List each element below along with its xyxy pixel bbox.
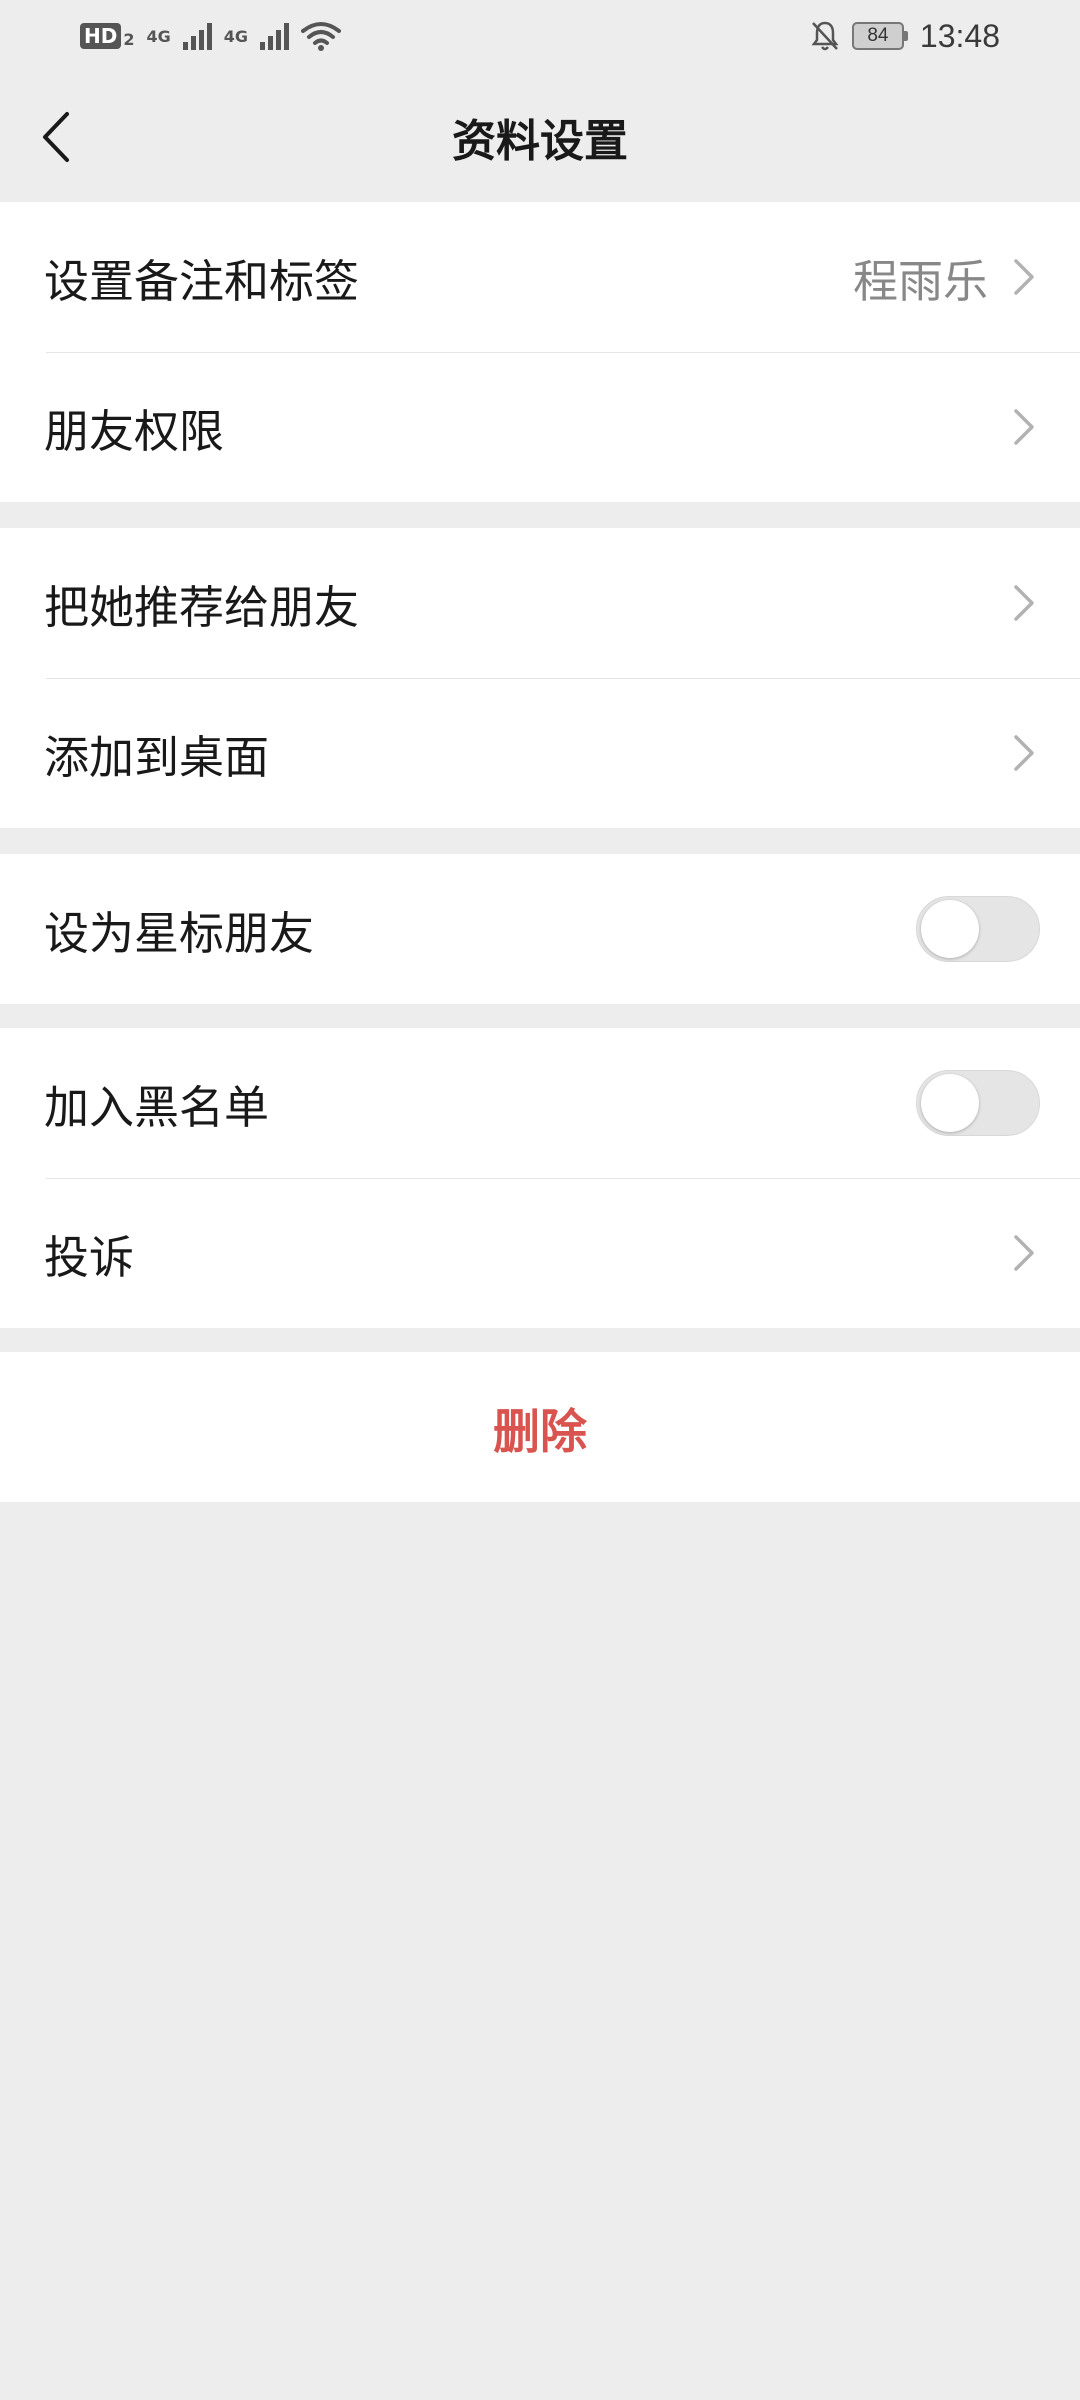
complain-label: 投诉	[44, 1230, 135, 1284]
delete-button[interactable]: 删除	[0, 1352, 1080, 1502]
signal-icon-2	[260, 22, 290, 50]
friend-permission-row[interactable]: 朋友权限	[0, 352, 1080, 502]
star-friend-row: 设为星标朋友	[0, 854, 1080, 1004]
clock: 13:48	[919, 17, 1000, 54]
recommend-to-friend-row[interactable]: 把她推荐给朋友	[0, 528, 1080, 678]
star-friend-toggle[interactable]	[916, 896, 1040, 962]
battery-level: 84	[851, 22, 904, 50]
status-left: HD 2 4G 4G	[80, 21, 342, 51]
blacklist-row: 加入黑名单	[0, 1028, 1080, 1178]
remark-tags-label: 设置备注和标签	[44, 254, 360, 308]
chevron-right-icon	[1014, 1235, 1034, 1271]
nav-bar: 资料设置	[0, 72, 1080, 202]
page-title: 资料设置	[452, 116, 628, 167]
status-bar: HD 2 4G 4G 84 13:48	[0, 0, 1080, 72]
add-to-desktop-label: 添加到桌面	[44, 730, 270, 784]
network-type-2: 4G	[223, 27, 249, 46]
toggle-knob	[921, 900, 979, 958]
recommend-to-friend-label: 把她推荐给朋友	[44, 580, 360, 634]
back-button[interactable]	[26, 107, 86, 167]
hd-voice-icon: HD 2	[80, 23, 134, 49]
blacklist-toggle[interactable]	[916, 1070, 1040, 1136]
chevron-right-icon	[1014, 585, 1034, 621]
friend-permission-label: 朋友权限	[44, 404, 225, 458]
remark-value: 程雨乐	[852, 254, 988, 308]
chevron-right-icon	[1014, 409, 1034, 445]
network-type-1: 4G	[146, 27, 171, 46]
status-right: 84 13:48	[810, 18, 1000, 55]
settings-group-1: 设置备注和标签 程雨乐 朋友权限	[0, 202, 1080, 502]
delete-label: 删除	[493, 1404, 587, 1460]
settings-group-5: 删除	[0, 1352, 1080, 1502]
add-to-desktop-row[interactable]: 添加到桌面	[0, 678, 1080, 828]
chevron-right-icon	[1014, 735, 1034, 771]
profile-settings-screen: HD 2 4G 4G 84 13:48 资料设置 设置备注和标签 程雨乐 朋友权…	[0, 0, 1080, 2400]
notifications-muted-icon	[810, 20, 840, 52]
settings-group-2: 把她推荐给朋友 添加到桌面	[0, 528, 1080, 828]
hd-label: HD	[80, 23, 122, 49]
settings-group-3: 设为星标朋友	[0, 854, 1080, 1004]
battery-icon: 84	[851, 22, 908, 50]
blacklist-label: 加入黑名单	[44, 1080, 270, 1134]
wifi-icon	[301, 21, 342, 51]
settings-group-4: 加入黑名单 投诉	[0, 1028, 1080, 1328]
chevron-right-icon	[1014, 259, 1034, 295]
star-friend-label: 设为星标朋友	[44, 906, 315, 960]
hd-sub-label: 2	[123, 30, 135, 49]
toggle-knob	[921, 1074, 979, 1132]
signal-icon	[182, 22, 212, 50]
chevron-left-icon	[43, 112, 69, 162]
complain-row[interactable]: 投诉	[0, 1178, 1080, 1328]
remark-tags-row[interactable]: 设置备注和标签 程雨乐	[0, 202, 1080, 352]
